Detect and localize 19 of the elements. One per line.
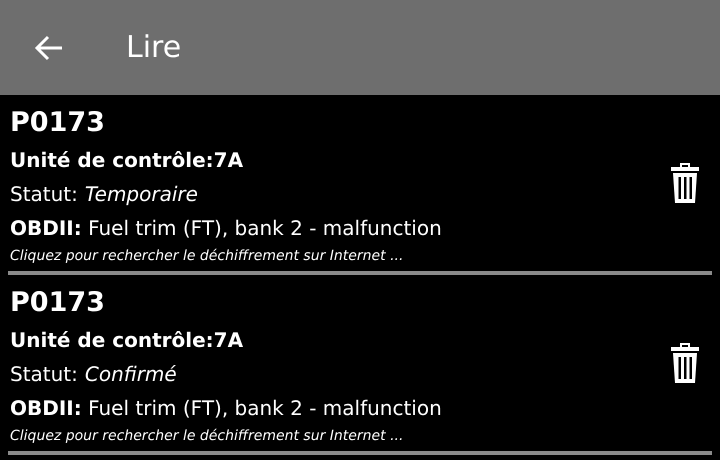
fault-code: P0173 bbox=[10, 286, 106, 320]
screen-title: Lire bbox=[126, 30, 182, 65]
trash-icon bbox=[670, 342, 700, 384]
back-button[interactable] bbox=[34, 34, 64, 60]
delete-button[interactable] bbox=[670, 162, 700, 204]
control-unit: Unité de contrôle:7A bbox=[10, 147, 244, 174]
back-arrow-icon bbox=[34, 34, 64, 60]
status-value: Temporaire bbox=[84, 181, 198, 208]
fault-description: OBDII: Fuel trim (FT), bank 2 - malfunction bbox=[10, 395, 443, 422]
fault-description: OBDII: Fuel trim (FT), bank 2 - malfunction bbox=[10, 215, 443, 242]
delete-button[interactable] bbox=[670, 342, 700, 384]
control-unit: Unité de contrôle:7A bbox=[10, 327, 244, 354]
status-label: Statut: bbox=[10, 361, 78, 388]
trash-icon bbox=[670, 162, 700, 204]
status-value: Confirmé bbox=[84, 361, 177, 388]
search-link[interactable]: Cliquez pour rechercher le déchiffrement sur Internet ... bbox=[10, 245, 670, 267]
status-label: Statut: bbox=[10, 181, 78, 208]
search-link[interactable]: Cliquez pour rechercher le déchiffrement sur Internet ... bbox=[10, 425, 670, 447]
fault-code: P0173 bbox=[10, 106, 106, 140]
